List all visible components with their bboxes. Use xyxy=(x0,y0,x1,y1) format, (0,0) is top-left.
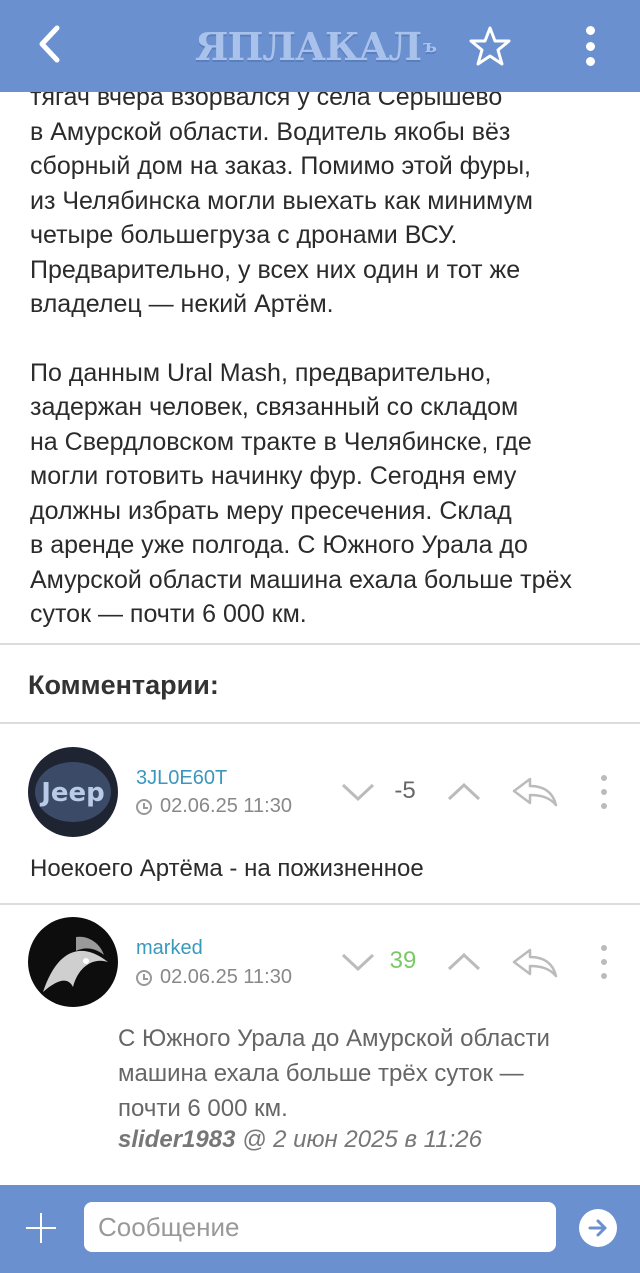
site-logo[interactable]: ЯПЛАКАЛ ъ xyxy=(195,20,445,72)
comment-text: Ноекоего Артёма - на пожизненное xyxy=(30,855,424,882)
back-arrow-icon xyxy=(39,25,60,63)
reply-icon[interactable] xyxy=(510,773,558,809)
comment-item: Jeep 3JL0E60T 02.06.25 11:30 -5 Ноекоего… xyxy=(0,745,640,905)
chevron-down-icon[interactable] xyxy=(338,777,378,807)
quote-signature: slider1983 @ 2 июн 2025 в 11:26 xyxy=(118,1126,482,1154)
comment-username[interactable]: marked xyxy=(136,937,203,960)
send-arrow-icon xyxy=(588,1219,607,1237)
top-app-bar: ЯПЛАКАЛ ъ xyxy=(0,0,640,92)
article-body: тягач вчера взорвался у села Серышево в … xyxy=(30,80,620,632)
quote-author[interactable]: slider1983 xyxy=(118,1126,235,1153)
clock-icon xyxy=(136,969,152,986)
chevron-down-icon[interactable] xyxy=(338,947,378,977)
comment-date: 02.06.25 11:30 xyxy=(136,966,292,989)
message-composer xyxy=(0,1185,640,1273)
divider xyxy=(0,643,640,645)
comment-date-text: 02.06.25 11:30 xyxy=(160,966,292,988)
chevron-up-icon[interactable] xyxy=(444,947,484,977)
comment-quote: С Южного Урала до Амурской области машин… xyxy=(118,1025,550,1122)
article-paragraph: тягач вчера взорвался у села Серышево в … xyxy=(30,83,533,318)
chevron-up-icon[interactable] xyxy=(444,777,484,807)
logo-sup: ъ xyxy=(423,35,437,57)
logo-text: ЯПЛАКАЛ xyxy=(195,23,422,69)
comment-score: 39 xyxy=(389,947,417,974)
avatar[interactable] xyxy=(28,917,118,1007)
comment-menu-icon[interactable] xyxy=(598,775,610,809)
avatar[interactable]: Jeep xyxy=(28,747,118,837)
star-icon[interactable] xyxy=(468,24,512,68)
comment-score: -5 xyxy=(394,777,416,804)
message-input[interactable] xyxy=(84,1202,556,1252)
article-paragraph: По данным Ural Mash, предварительно, зад… xyxy=(30,358,572,629)
comment-date-text: 02.06.25 11:30 xyxy=(160,795,292,817)
send-button[interactable] xyxy=(579,1209,617,1247)
quote-meta: @ 2 июн 2025 в 11:26 xyxy=(235,1126,482,1153)
clock-icon xyxy=(136,798,152,815)
back-button[interactable] xyxy=(30,24,70,64)
comment-date: 02.06.25 11:30 xyxy=(136,795,292,818)
svg-text:Jeep: Jeep xyxy=(39,778,105,808)
reply-icon[interactable] xyxy=(510,944,558,980)
divider xyxy=(0,903,640,905)
plus-icon[interactable] xyxy=(24,1211,58,1245)
comment-username[interactable]: 3JL0E60T xyxy=(136,767,227,790)
comments-heading: Комментарии: xyxy=(28,670,219,700)
comment-item: marked 02.06.25 11:30 39 С Южного Урала … xyxy=(0,917,640,1167)
divider xyxy=(0,722,640,724)
kebab-menu-icon[interactable] xyxy=(575,22,605,70)
comment-menu-icon[interactable] xyxy=(598,945,610,979)
